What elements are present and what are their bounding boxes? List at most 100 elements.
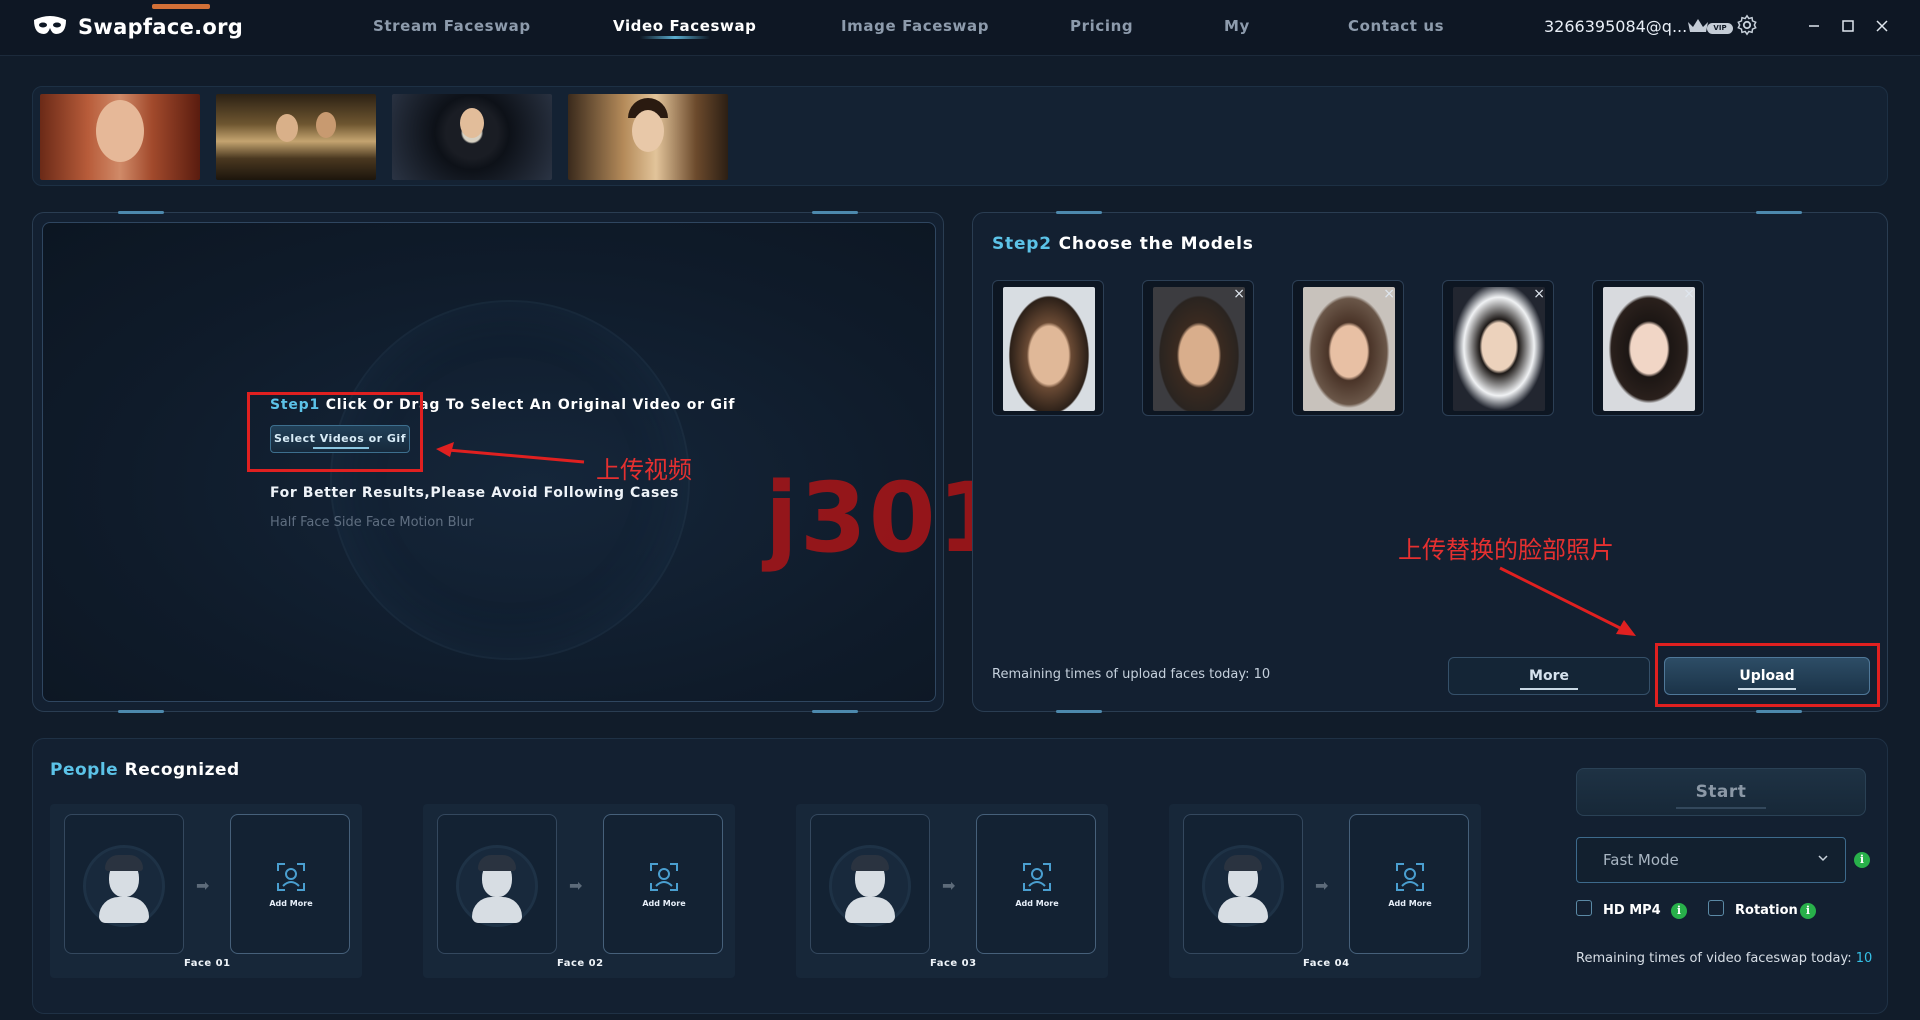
face-slot: ➡ Add More Face 01 (50, 804, 362, 978)
model-card[interactable]: × (1142, 280, 1254, 416)
account-email[interactable]: 3266395084@q... (1544, 17, 1687, 36)
sample-video-thumbnail[interactable] (40, 94, 200, 180)
mode-select[interactable]: Fast Mode (1576, 837, 1846, 883)
sample-video-thumbnail[interactable] (568, 94, 728, 180)
face-label: Face 03 (930, 958, 977, 969)
add-more-face-button[interactable]: Add More (976, 814, 1096, 954)
nav-contact-us[interactable]: Contact us (1348, 17, 1444, 35)
app-logo[interactable]: Swapface.org (32, 12, 243, 42)
remove-model-icon[interactable]: × (1383, 287, 1395, 301)
avatar-body (845, 897, 895, 923)
upload-remaining-text: Remaining times of upload faces today: 1… (992, 667, 1271, 682)
nav-video-faceswap[interactable]: Video Faceswap (613, 17, 757, 35)
thumbnail-face (316, 112, 336, 138)
info-icon[interactable]: i (1800, 903, 1816, 919)
panel-edge-tick (1756, 211, 1802, 214)
model-face-image (1153, 287, 1245, 411)
start-button[interactable]: Start (1576, 768, 1866, 816)
mode-select-value: Fast Mode (1603, 851, 1679, 869)
face-label: Face 04 (1303, 958, 1350, 969)
panel-edge-tick (118, 710, 164, 713)
recognized-face-card[interactable] (1183, 814, 1303, 954)
nav-image-faceswap[interactable]: Image Faceswap (841, 17, 989, 35)
nav-pricing[interactable]: Pricing (1070, 17, 1133, 35)
model-card[interactable]: × (1442, 280, 1554, 416)
nav-my[interactable]: My (1224, 17, 1250, 35)
recognized-face-card[interactable] (437, 814, 557, 954)
step2-title: Choose the Models (1058, 234, 1254, 254)
face-scan-icon (1396, 863, 1424, 891)
tips-cases: Half Face Side Face Motion Blur (270, 515, 474, 530)
title-bar: Swapface.org Stream Faceswap Video Faces… (0, 0, 1920, 56)
more-models-button[interactable]: More (1448, 657, 1650, 695)
thumbnail-face (276, 114, 298, 142)
face-scan-icon (650, 863, 678, 891)
more-button-label: More (1529, 668, 1569, 684)
panel-edge-tick (1756, 710, 1802, 713)
sample-video-thumbnail[interactable] (216, 94, 376, 180)
add-more-label: Add More (642, 899, 686, 908)
mask-logo-icon (34, 16, 66, 34)
add-more-label: Add More (1015, 899, 1059, 908)
vip-badge: VIP (1707, 23, 1733, 34)
arrow-right-icon: ➡ (196, 876, 210, 895)
model-card[interactable]: × (1592, 280, 1704, 416)
face-scan-icon (1023, 863, 1051, 891)
models-panel (972, 212, 1888, 712)
panel-edge-tick (812, 211, 858, 214)
thumbnail-face (96, 100, 144, 162)
face-label: Face 02 (557, 958, 604, 969)
people-recognized-heading: People Recognized (50, 760, 240, 780)
maximize-icon[interactable] (1838, 16, 1858, 36)
arrow-right-icon: ➡ (1315, 876, 1329, 895)
add-more-face-button[interactable]: Add More (1349, 814, 1469, 954)
model-card[interactable]: × (1292, 280, 1404, 416)
add-more-face-button[interactable]: Add More (603, 814, 723, 954)
face-scan-icon (277, 863, 305, 891)
avatar-hair (1224, 855, 1262, 871)
sample-video-thumbnail[interactable] (392, 94, 552, 180)
chevron-down-icon (1818, 855, 1828, 862)
panel-edge-tick (1056, 710, 1102, 713)
add-more-face-button[interactable]: Add More (230, 814, 350, 954)
model-face-image (1453, 287, 1545, 411)
video-remaining-count: 10 (1855, 951, 1873, 966)
annotation-upload-faces: 上传替换的脸部照片 (1398, 536, 1614, 564)
annotation-highlight-box (247, 392, 423, 472)
recognized-face-card[interactable] (64, 814, 184, 954)
model-card[interactable] (992, 280, 1104, 416)
arrow-right-icon: ➡ (569, 876, 583, 895)
avatar-hair (478, 855, 516, 871)
info-icon[interactable]: i (1854, 852, 1870, 868)
avatar-body (1218, 897, 1268, 923)
minimize-icon[interactable] (1804, 16, 1824, 36)
remove-model-icon[interactable]: × (1683, 287, 1695, 301)
button-underline (1520, 688, 1578, 690)
add-more-label: Add More (1388, 899, 1432, 908)
face-slot: ➡ Add More Face 03 (796, 804, 1108, 978)
panel-edge-tick (812, 710, 858, 713)
people-title-rest: Recognized (124, 760, 240, 780)
annotation-highlight-box (1655, 643, 1880, 707)
close-window-icon[interactable] (1872, 16, 1892, 36)
avatar-body (99, 897, 149, 923)
annotation-arrow-icon (1499, 566, 1636, 636)
recognized-face-card[interactable] (810, 814, 930, 954)
model-face-image (1003, 287, 1095, 411)
video-remaining-prefix: Remaining times of video faceswap today: (1576, 951, 1856, 966)
face-label: Face 01 (184, 958, 231, 969)
rotation-checkbox[interactable] (1708, 900, 1724, 916)
info-icon[interactable]: i (1671, 903, 1687, 919)
settings-gear-icon[interactable] (1736, 14, 1758, 36)
hd-mp4-checkbox[interactable] (1576, 900, 1592, 916)
add-more-label: Add More (269, 899, 313, 908)
panel-edge-tick (118, 211, 164, 214)
model-face-image (1603, 287, 1695, 411)
progress-indicator (152, 4, 210, 9)
crown-icon (1688, 19, 1708, 32)
avatar-body (472, 897, 522, 923)
face-slot: ➡ Add More Face 02 (423, 804, 735, 978)
remove-model-icon[interactable]: × (1233, 287, 1245, 301)
remove-model-icon[interactable]: × (1533, 287, 1545, 301)
nav-stream-faceswap[interactable]: Stream Faceswap (373, 17, 531, 35)
